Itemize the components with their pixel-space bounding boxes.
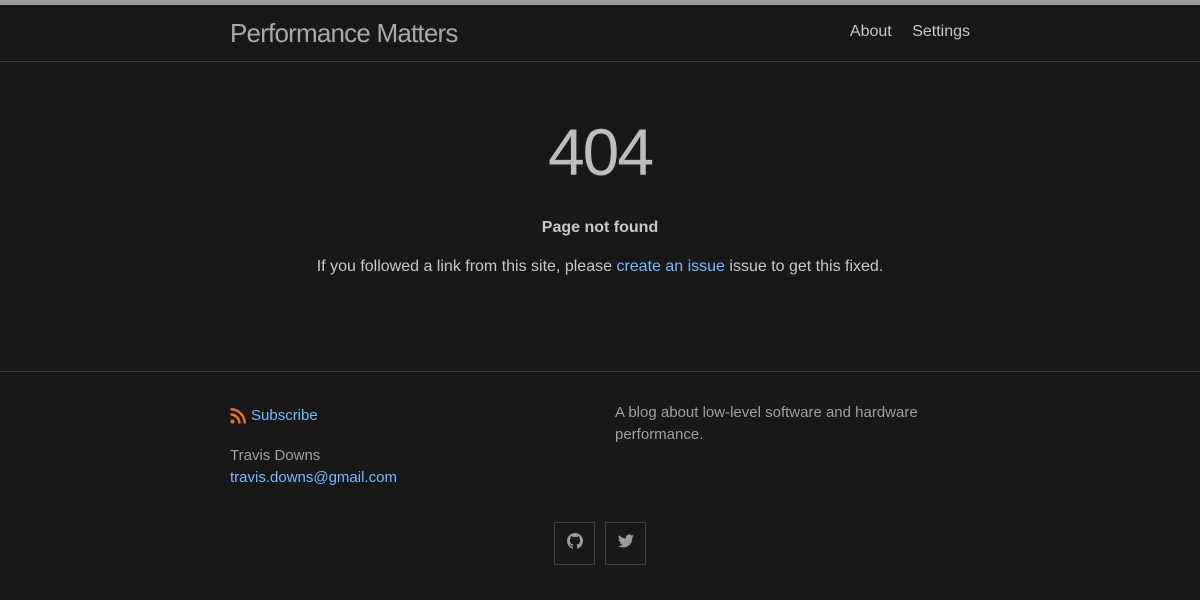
site-footer: Subscribe Travis Downs travis.downs@gmai… [0, 372, 1200, 600]
nav-link-settings[interactable]: Settings [912, 23, 970, 40]
nav-link-about[interactable]: About [850, 23, 892, 40]
site-header: Performance Matters About Settings [0, 5, 1200, 62]
create-issue-link[interactable]: create an issue [616, 258, 725, 275]
author-block: Travis Downs travis.downs@gmail.com [230, 445, 397, 489]
site-description: A blog about low-level software and hard… [615, 404, 918, 443]
subscribe-row: Subscribe [230, 407, 318, 424]
github-icon [566, 533, 583, 554]
author-email-link[interactable]: travis.downs@gmail.com [230, 467, 397, 489]
error-message: If you followed a link from this site, p… [0, 258, 1200, 276]
github-button[interactable] [554, 522, 595, 565]
author-name: Travis Downs [230, 447, 321, 464]
message-text-after: issue to get this fixed. [724, 258, 884, 275]
twitter-icon [617, 533, 634, 554]
message-text-before: If you followed a link from this site, p… [316, 258, 617, 275]
main-content: 404 Page not found If you followed a lin… [0, 62, 1200, 372]
social-links [554, 522, 646, 565]
subscribe-link[interactable]: Subscribe [251, 407, 318, 424]
site-title-link[interactable]: Performance Matters [230, 18, 458, 49]
rss-icon [230, 407, 246, 424]
site-nav: About Settings [834, 23, 970, 41]
error-code: 404 [547, 115, 654, 189]
twitter-button[interactable] [605, 522, 646, 565]
error-subtitle: Page not found [541, 219, 659, 236]
